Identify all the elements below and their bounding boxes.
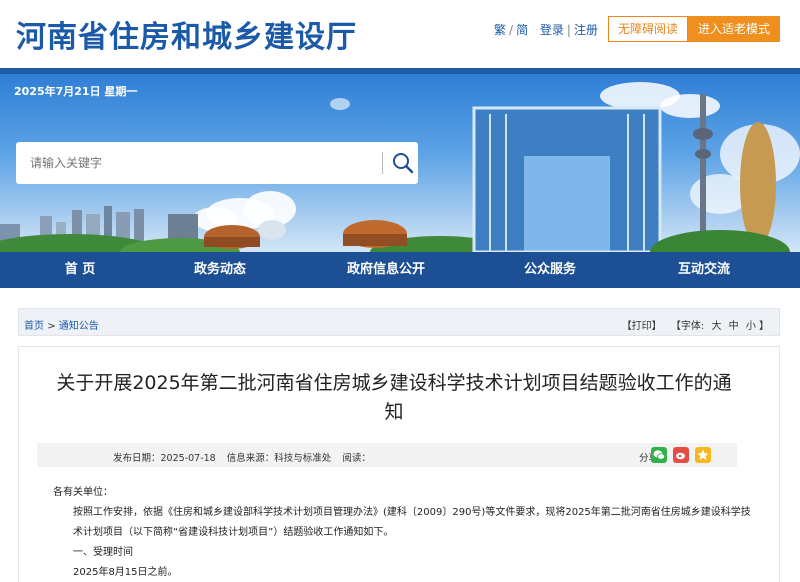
article-title: 关于开展2025年第二批河南省住房城乡建设科学技术计划项目结题验收工作的通知 [56, 372, 732, 423]
nav-item-interaction[interactable]: 互动交流 [654, 252, 754, 288]
breadcrumb-separator: > [47, 321, 56, 332]
article-meta: 发布日期：2025-07-18 信息来源：科技与标准处 阅读： [113, 450, 371, 464]
print-link[interactable]: 【打印】 [622, 321, 662, 332]
source-label: 信息来源： [226, 453, 275, 464]
views-label: 阅读： [342, 453, 371, 464]
nav-item-public-service[interactable]: 公众服务 [500, 252, 600, 288]
source: 科技与标准处 [274, 453, 332, 464]
section-heading: 一、受理时间 [73, 547, 133, 558]
font-medium-link[interactable]: 中 [729, 321, 739, 332]
search-divider [382, 152, 383, 174]
weibo-icon[interactable] [673, 447, 689, 463]
simplified-chinese-link[interactable]: 简 [516, 23, 528, 37]
paragraph: 按照工作安排，依据《住房和城乡建设部科学技术计划项目管理办法》(建科〔2009〕… [73, 507, 751, 538]
breadcrumb-trail: 首页 > 通知公告 [24, 317, 99, 332]
publish-date: 2025-07-18 [160, 453, 216, 464]
font-small-link[interactable]: 小 [746, 321, 756, 332]
search-button[interactable] [390, 150, 416, 176]
publish-date-label: 发布日期： [113, 453, 161, 464]
current-date: 2025年7月21日 星期一 [14, 85, 138, 98]
nav-item-home[interactable]: 首 页 [30, 252, 130, 288]
article-info-bar: 发布日期：2025-07-18 信息来源：科技与标准处 阅读： 分享： [37, 443, 737, 467]
salutation: 各有关单位： [53, 487, 113, 498]
breadcrumb-current-link[interactable]: 通知公告 [59, 321, 99, 332]
section-text: 2025年8月15日之前。 [73, 567, 178, 578]
top-links: 繁 / 简 登录 | 注册 [494, 21, 598, 38]
search-input[interactable] [30, 153, 360, 173]
traditional-chinese-link[interactable]: 繁 [494, 23, 506, 37]
site-header: 河南省住房和城乡建设厅 繁 / 简 登录 | 注册 无障碍阅读 进入适老模式 [0, 0, 800, 64]
banner: 2025年7月21日 星期一 [0, 74, 800, 252]
elder-mode-button[interactable]: 进入适老模式 [688, 16, 780, 42]
nav-item-public-info[interactable]: 政府信息公开 [330, 252, 442, 288]
page-tools: 【打印】 【字体: 大 中 小 】 [622, 317, 769, 332]
separator: / [509, 23, 514, 37]
qzone-icon[interactable] [695, 447, 711, 463]
font-large-link[interactable]: 大 [711, 321, 721, 332]
login-link[interactable]: 登录 [540, 23, 564, 37]
font-size-label: 【字体: [670, 321, 705, 332]
accessibility-button[interactable]: 无障碍阅读 [608, 16, 688, 42]
wechat-icon[interactable] [651, 447, 667, 463]
search-icon [393, 153, 414, 174]
breadcrumb: 首页 > 通知公告 【打印】 【字体: 大 中 小 】 [18, 308, 780, 336]
register-link[interactable]: 注册 [574, 23, 598, 37]
article-body: 各有关单位： 按照工作安排，依据《住房和城乡建设部科学技术计划项目管理办法》(建… [53, 483, 753, 582]
separator: | [566, 23, 571, 37]
article-panel: 关于开展2025年第二批河南省住房城乡建设科学技术计划项目结题验收工作的通知 发… [18, 346, 780, 582]
site-title[interactable]: 河南省住房和城乡建设厅 [16, 12, 357, 56]
font-size-close: 】 [759, 321, 769, 332]
breadcrumb-home-link[interactable]: 首页 [24, 321, 44, 332]
main-nav: 首 页 政务动态 政府信息公开 公众服务 互动交流 [0, 252, 800, 288]
search-box [16, 142, 418, 184]
nav-item-news[interactable]: 政务动态 [170, 252, 270, 288]
